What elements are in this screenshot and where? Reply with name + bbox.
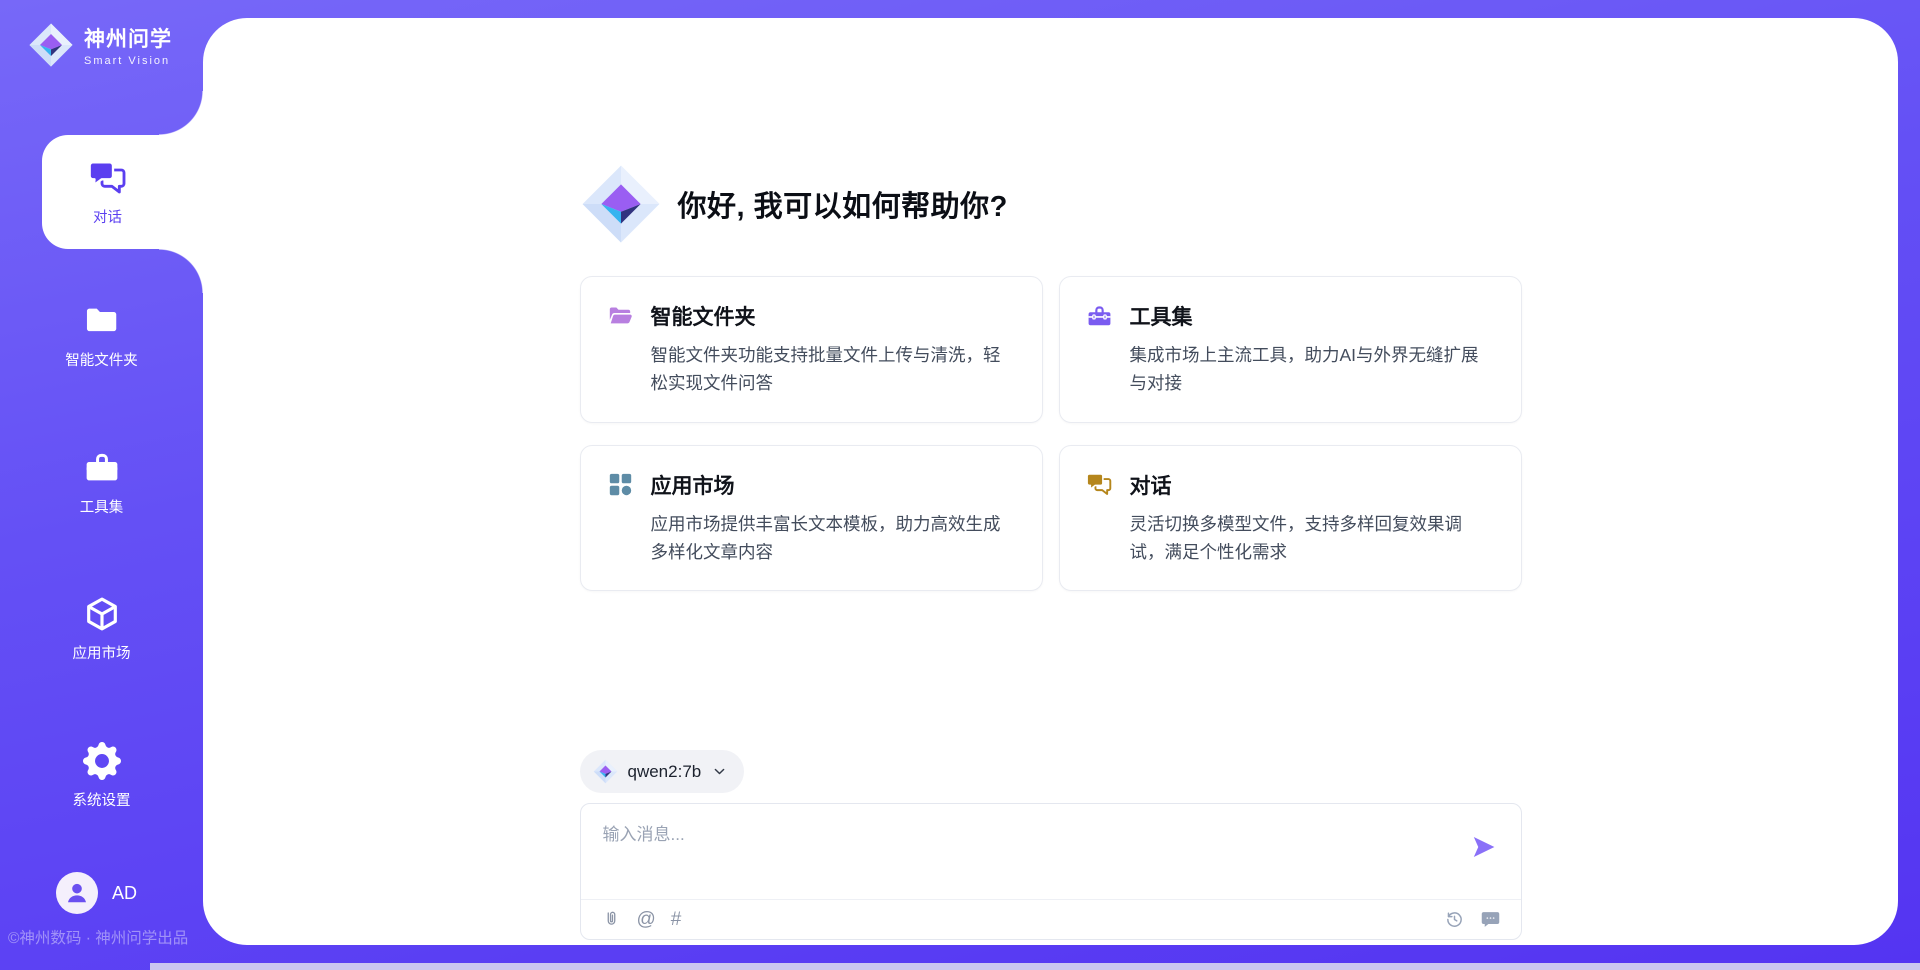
grid-icon — [607, 471, 634, 498]
send-button[interactable] — [1471, 834, 1497, 860]
user-name: AD — [112, 883, 137, 904]
card-description: 应用市场提供丰富长文本模板，助力高效生成多样化文章内容 — [651, 510, 1016, 567]
history-button[interactable] — [1444, 909, 1465, 930]
page-bottom-strip — [150, 963, 1920, 970]
avatar — [56, 872, 98, 914]
model-logo-icon — [593, 759, 618, 784]
card-title: 智能文件夹 — [651, 301, 756, 331]
history-icon — [1444, 909, 1465, 930]
card-chat[interactable]: 对话 灵活切换多模型文件，支持多样回复效果调试，满足个性化需求 — [1059, 445, 1522, 592]
sidebar-item-label: 应用市场 — [73, 642, 131, 663]
card-description: 灵活切换多模型文件，支持多样回复效果调试，满足个性化需求 — [1130, 510, 1495, 567]
sidebar: 神州问学 Smart Vision 对话 智能文件夹 工具集 应用市场 系统设置… — [0, 0, 203, 970]
card-description: 集成市场上主流工具，助力AI与外界无缝扩展与对接 — [1130, 341, 1495, 398]
copyright-footer: ©神州数码 · 神州问学出品 — [8, 926, 188, 948]
card-title: 工具集 — [1130, 301, 1193, 331]
cube-icon — [83, 595, 121, 633]
feedback-button[interactable] — [1480, 909, 1501, 930]
greeting: 你好, 我可以如何帮助你? — [580, 163, 1522, 245]
mention-button[interactable]: @ — [637, 909, 656, 930]
sidebar-item-chat[interactable]: 对话 — [42, 135, 203, 249]
sidebar-item-label: 系统设置 — [73, 789, 131, 810]
app-name: 神州问学 — [84, 23, 172, 53]
user-icon — [65, 881, 89, 905]
message-input[interactable] — [581, 804, 1441, 890]
message-composer: @ # — [580, 803, 1522, 940]
folder-icon — [83, 302, 121, 340]
composer-toolbar: @ # — [581, 899, 1521, 939]
sidebar-item-smart-folder[interactable]: 智能文件夹 — [0, 302, 203, 370]
toolbox-icon — [1086, 303, 1113, 330]
sidebar-item-label: 对话 — [93, 206, 122, 227]
card-title: 对话 — [1130, 470, 1172, 500]
brand-diamond-icon — [28, 22, 74, 68]
chevron-down-icon — [711, 763, 728, 780]
greeting-text: 你好, 我可以如何帮助你? — [678, 183, 1008, 225]
paperclip-icon — [601, 909, 622, 930]
user-account[interactable]: AD — [56, 872, 137, 914]
sidebar-item-label: 工具集 — [80, 496, 124, 517]
sidebar-item-app-market[interactable]: 应用市场 — [0, 595, 203, 663]
card-app-market[interactable]: 应用市场 应用市场提供丰富长文本模板，助力高效生成多样化文章内容 — [580, 445, 1043, 592]
sidebar-item-settings[interactable]: 系统设置 — [0, 742, 203, 810]
main-panel: 你好, 我可以如何帮助你? 智能文件夹 智能文件夹功能支持批量文件上传与清洗，轻… — [203, 18, 1898, 945]
card-toolset[interactable]: 工具集 集成市场上主流工具，助力AI与外界无缝扩展与对接 — [1059, 276, 1522, 423]
attachment-button[interactable] — [601, 909, 622, 930]
card-description: 智能文件夹功能支持批量文件上传与清洗，轻松实现文件问答 — [651, 341, 1016, 398]
app-subtitle: Smart Vision — [84, 55, 172, 67]
toolbox-icon — [83, 449, 121, 487]
gear-icon — [83, 742, 121, 780]
assistant-diamond-icon — [580, 163, 662, 245]
chat-icon — [1086, 471, 1113, 498]
feature-cards: 智能文件夹 智能文件夹功能支持批量文件上传与清洗，轻松实现文件问答 工具集 集成… — [580, 276, 1522, 591]
card-title: 应用市场 — [651, 470, 735, 500]
model-name: qwen2:7b — [628, 762, 702, 782]
send-icon — [1471, 834, 1497, 860]
card-smart-folder[interactable]: 智能文件夹 智能文件夹功能支持批量文件上传与清洗，轻松实现文件问答 — [580, 276, 1043, 423]
chat-square-icon — [1480, 909, 1501, 930]
folder-open-icon — [607, 303, 634, 330]
sidebar-item-toolset[interactable]: 工具集 — [0, 449, 203, 517]
hash-button[interactable]: # — [671, 909, 682, 930]
sidebar-item-label: 智能文件夹 — [65, 349, 138, 370]
model-selector[interactable]: qwen2:7b — [580, 750, 745, 793]
app-logo: 神州问学 Smart Vision — [28, 22, 172, 68]
chat-icon — [88, 158, 128, 198]
